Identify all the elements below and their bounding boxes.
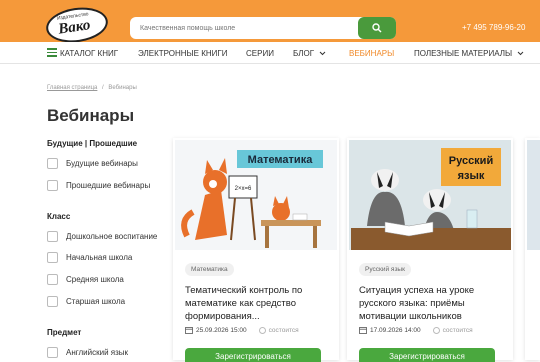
- card-image-label-2: язык: [458, 170, 485, 182]
- nav-blog-label: БЛОГ: [293, 49, 315, 58]
- webinar-card-partial[interactable]: [525, 138, 540, 360]
- nav-ebooks[interactable]: ЭЛЕКТРОННЫЕ КНИГИ: [138, 49, 227, 58]
- main-nav: КАТАЛОГ КНИГ ЭЛЕКТРОННЫЕ КНИГИ СЕРИИ БЛО…: [0, 42, 540, 64]
- filter-option-label: Начальная школа: [66, 252, 133, 262]
- nav-materials-label: ПОЛЕЗНЫЕ МАТЕРИАЛЫ: [414, 49, 513, 58]
- filter-option-english[interactable]: Английский язык: [47, 346, 128, 358]
- filter-option-middle[interactable]: Средняя школа: [47, 273, 124, 285]
- checkbox[interactable]: [47, 346, 58, 358]
- filter-option-label: Дошкольное воспитание: [66, 231, 158, 241]
- checkbox[interactable]: [47, 179, 58, 191]
- nav-webinars[interactable]: ВЕБИНАРЫ: [349, 49, 394, 58]
- breadcrumb-current: Вебинары: [108, 85, 137, 91]
- filter-option-label: Будущие вебинары: [66, 158, 138, 168]
- checkbox[interactable]: [47, 273, 58, 285]
- checkbox[interactable]: [47, 157, 58, 169]
- card-image-label-1: Русский: [449, 155, 493, 167]
- status-badge: состоится: [258, 326, 299, 334]
- card-meta: 25.09.2026 15:00 состоится: [185, 326, 299, 334]
- chevron-down-icon: [319, 51, 326, 56]
- filter-class-heading: Класс: [47, 212, 71, 221]
- nav-catalog[interactable]: КАТАЛОГ КНИГ: [60, 49, 118, 58]
- card-image-russian: Русский язык: [349, 140, 511, 250]
- card-image-partial: [527, 140, 540, 250]
- checkbox[interactable]: [47, 251, 58, 263]
- checkbox[interactable]: [47, 230, 58, 242]
- nav-materials[interactable]: ПОЛЕЗНЫЕ МАТЕРИАЛЫ: [414, 49, 524, 58]
- vako-logo[interactable]: Издательство Вако: [43, 3, 111, 47]
- search-input[interactable]: [140, 21, 360, 35]
- nav-blog[interactable]: БЛОГ: [293, 49, 326, 58]
- filter-subject-heading: Предмет: [47, 328, 82, 337]
- card-meta: 17.09.2026 14:00 состоится: [359, 326, 473, 334]
- chevron-down-icon: [517, 51, 524, 56]
- filter-option-label: Английский язык: [66, 347, 129, 357]
- filter-option-label: Средняя школа: [66, 274, 124, 284]
- card-tag[interactable]: Математика: [185, 263, 234, 276]
- status-label: состоится: [442, 326, 473, 334]
- breadcrumb: Главная страница / Вебинары: [47, 85, 137, 91]
- page-title: Вебинары: [47, 106, 135, 125]
- breadcrumb-home[interactable]: Главная страница: [47, 85, 97, 91]
- webinar-card-math[interactable]: Математика 2×x=6 Математика Тематический…: [173, 138, 339, 362]
- filter-option-future[interactable]: Будущие вебинары: [47, 157, 138, 169]
- status-badge: состоится: [432, 326, 473, 334]
- phone-number[interactable]: +7 495 789-96-20: [462, 23, 525, 32]
- search-button[interactable]: [358, 17, 396, 39]
- calendar-icon: [359, 327, 367, 334]
- status-dot-icon: [258, 326, 266, 334]
- header-bar: Издательство Вако +7 495 789-96-20: [0, 0, 540, 47]
- filter-option-primary[interactable]: Начальная школа: [47, 251, 132, 263]
- filter-option-preschool[interactable]: Дошкольное воспитание: [47, 230, 157, 242]
- card-title[interactable]: Ситуация успеха на уроке русского языка:…: [359, 284, 505, 323]
- card-date: 17.09.2026 14:00: [370, 326, 421, 334]
- filter-time-heading: Будущие | Прошедшие: [47, 139, 138, 148]
- card-tag[interactable]: Русский язык: [359, 263, 411, 276]
- filter-option-label: Старшая школа: [66, 296, 126, 306]
- filter-option-label: Прошедшие вебинары: [66, 180, 151, 190]
- status-dot-icon: [432, 326, 440, 334]
- search-icon: [372, 23, 382, 33]
- card-title[interactable]: Тематический контроль по математике как …: [185, 284, 331, 323]
- card-image-math: Математика 2×x=6: [175, 140, 337, 250]
- filter-option-past[interactable]: Прошедшие вебинары: [47, 179, 150, 191]
- webinar-card-russian[interactable]: Русский язык Русский язык Ситуация успех…: [347, 138, 513, 362]
- nav-series[interactable]: СЕРИИ: [246, 49, 274, 58]
- menu-icon[interactable]: [47, 48, 57, 57]
- card-image-formula: 2×x=6: [235, 186, 252, 192]
- card-date: 25.09.2026 15:00: [196, 326, 247, 334]
- checkbox[interactable]: [47, 295, 58, 307]
- status-label: состоится: [268, 326, 299, 334]
- filter-option-high[interactable]: Старшая школа: [47, 295, 125, 307]
- card-image-label: Математика: [248, 154, 314, 166]
- search-box: [130, 17, 396, 39]
- breadcrumb-separator: /: [102, 85, 104, 91]
- calendar-icon: [185, 327, 193, 334]
- logo-name: Вако: [57, 17, 92, 38]
